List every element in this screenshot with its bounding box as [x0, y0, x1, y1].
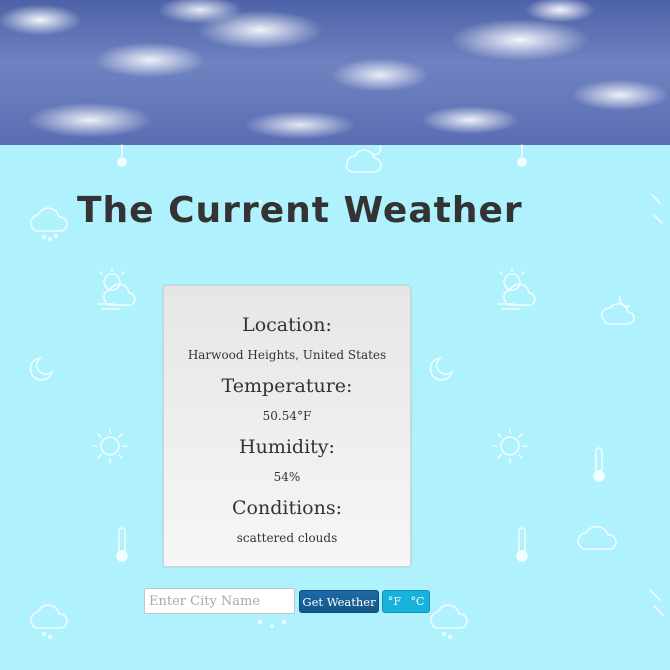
conditions-label: Conditions:: [232, 497, 342, 519]
celsius-button[interactable]: °C: [406, 591, 429, 612]
city-search-input[interactable]: [144, 588, 295, 614]
cloud-snow-icon: [30, 207, 68, 241]
humidity-label: Humidity:: [239, 436, 335, 458]
location-value: Harwood Heights, United States: [187, 348, 387, 362]
thermometer-icon: [593, 447, 605, 482]
humidity-value: 54%: [273, 470, 301, 484]
get-weather-button[interactable]: Get Weather: [299, 590, 379, 613]
snow-dots-icon: [257, 620, 286, 629]
sun-cloud-wind-icon: [97, 267, 136, 310]
fahrenheit-button[interactable]: °F: [383, 591, 406, 612]
temperature-value: 50.54°F: [262, 409, 312, 423]
cloud-rain-icon: [430, 604, 468, 639]
cloud-icon: [577, 525, 617, 550]
moon-icon: [429, 356, 454, 381]
wind-icon: [651, 194, 663, 224]
moon-icon: [29, 356, 54, 381]
moon-cloud-icon: [600, 295, 635, 325]
thermometer-icon: [516, 527, 528, 562]
cloud-rain-icon: [30, 604, 68, 639]
sun-cloud-wind-icon: [497, 267, 536, 310]
sun-icon: [92, 428, 128, 464]
sun-icon: [492, 428, 528, 464]
conditions-value: scattered clouds: [236, 531, 338, 545]
thermometer-icon: [517, 144, 527, 167]
temperature-label: Temperature:: [221, 375, 353, 397]
page-title: The Current Weather: [77, 190, 523, 231]
location-label: Location:: [242, 314, 332, 336]
wind-icon: [649, 589, 665, 617]
moon-cloud-icon: [345, 145, 382, 173]
weather-card: Location: Harwood Heights, United States…: [163, 285, 411, 567]
thermometer-icon: [116, 527, 128, 562]
unit-toggle: °F °C: [382, 590, 430, 613]
thermometer-icon: [117, 144, 127, 167]
